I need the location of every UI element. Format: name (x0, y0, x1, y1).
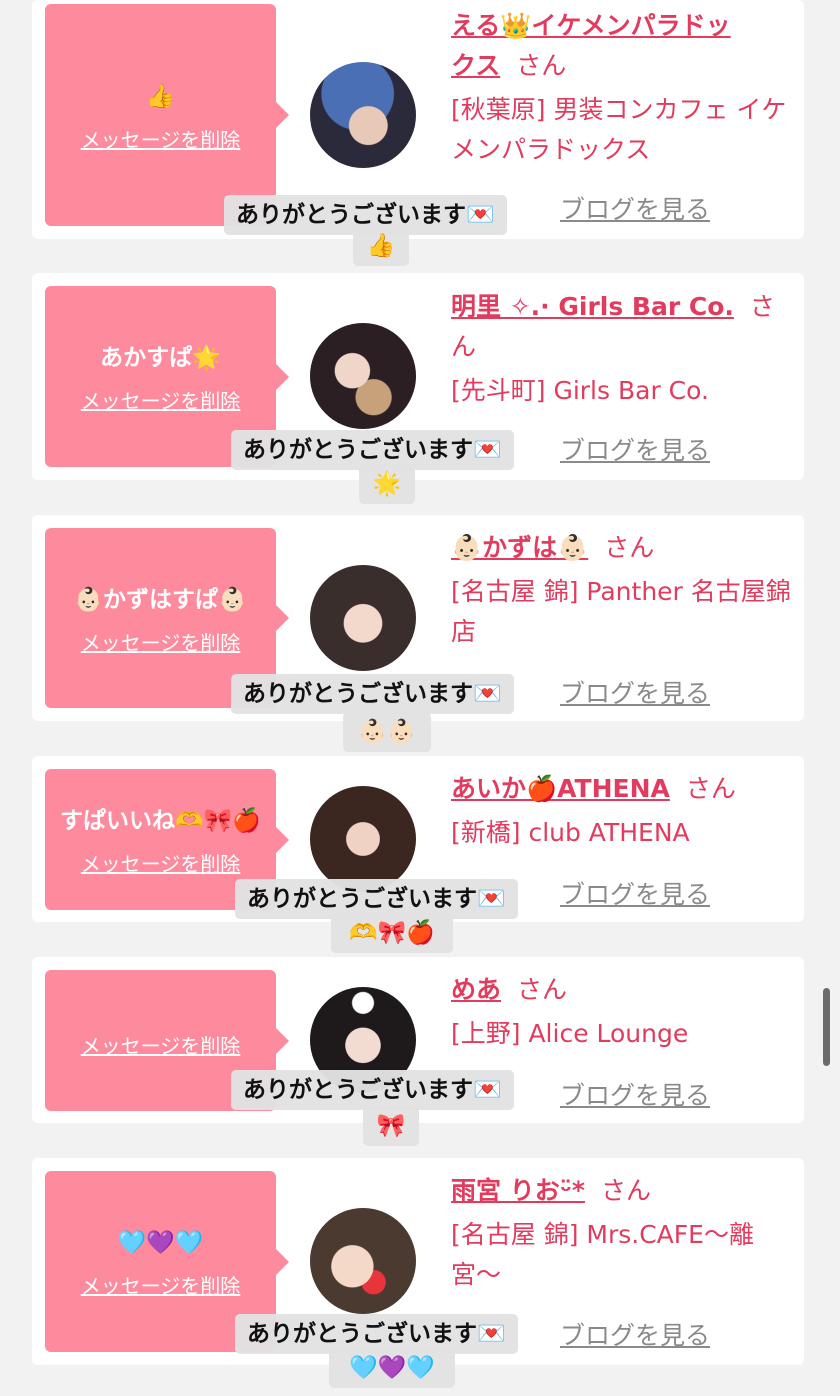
cast-name-line1: える👑イケメンパラドッ (451, 11, 731, 40)
cast-name: めあ さん (451, 970, 796, 1010)
reaction-tooltip: 👍 (353, 226, 409, 266)
cast-name-link[interactable]: える👑イケメンパラドッ クス (451, 11, 731, 80)
cast-name-link[interactable]: 明里 ✧.· Girls Bar Co. (451, 292, 734, 321)
cast-name-line2: クス (451, 51, 501, 80)
shop-name: [秋葉原] 男装コンカフェ イケメンパラドックス (451, 95, 787, 164)
delete-message-link[interactable]: メッセージを削除 (81, 848, 241, 877)
message-text: 🩵💜🩵 (117, 1230, 204, 1256)
shop-name: [新橋] club ATHENA (451, 818, 690, 847)
cast-name-link[interactable]: 雨宮 りおᵕ̈* (451, 1176, 585, 1205)
delete-message-link[interactable]: メッセージを削除 (81, 124, 241, 153)
cast-name-link[interactable]: あいか🍎ATHENA (451, 774, 670, 803)
san-suffix: さん (604, 533, 655, 562)
san-suffix: さん (517, 975, 568, 1004)
message-bubble: 👍 メッセージを削除 (45, 4, 289, 226)
avatar[interactable] (310, 62, 416, 168)
view-blog-link[interactable]: ブログを見る (560, 674, 710, 710)
san-suffix: さん (600, 1176, 651, 1205)
shop-name: [名古屋 錦] Mrs.CAFE〜離宮〜 (451, 1220, 754, 1289)
san-suffix: さん (516, 51, 567, 80)
message-text: 👍 (146, 83, 175, 110)
delete-message-link[interactable]: メッセージを削除 (81, 1030, 241, 1059)
reaction-tooltip: 🎀 (363, 1106, 419, 1146)
cast-name-link[interactable]: めあ (451, 975, 501, 1004)
message-text: あかすぱ🌟 (100, 345, 221, 371)
cast-name: 明里 ✧.· Girls Bar Co. さん (451, 287, 796, 367)
reaction-tooltip: 🫶🎀🍎 (331, 913, 453, 953)
avatar[interactable] (310, 1208, 416, 1314)
reaction-tooltip: 🩵💜🩵 (329, 1348, 455, 1388)
view-blog-link[interactable]: ブログを見る (560, 875, 710, 911)
cast-name: 👶🏻かずは👶🏻 さん (451, 528, 796, 568)
view-blog-link[interactable]: ブログを見る (560, 431, 710, 467)
view-blog-link[interactable]: ブログを見る (560, 1076, 710, 1112)
shop-name: [先斗町] Girls Bar Co. (451, 376, 709, 405)
message-text: すぱいいね🫶🎀🍎 (60, 808, 261, 834)
shop-name: [名古屋 錦] Panther 名古屋錦店 (451, 577, 791, 646)
avatar[interactable] (310, 786, 416, 892)
cast-name: あいか🍎ATHENA さん (451, 769, 796, 809)
reaction-tooltip: 🌟 (359, 464, 415, 504)
scrollbar[interactable] (823, 988, 830, 1066)
avatar[interactable] (310, 565, 416, 671)
delete-message-link[interactable]: メッセージを削除 (81, 627, 241, 656)
shop-name: [上野] Alice Lounge (451, 1019, 689, 1048)
delete-message-link[interactable]: メッセージを削除 (81, 1270, 241, 1299)
cast-name: える👑イケメンパラドッ クス さん (451, 6, 796, 86)
san-suffix: さん (685, 774, 736, 803)
message-text: 👶🏻かずはすぱ👶🏻 (74, 586, 247, 613)
delete-message-link[interactable]: メッセージを削除 (81, 385, 241, 414)
reply-tooltip: ありがとうございます💌 (231, 674, 514, 714)
avatar[interactable] (310, 323, 416, 429)
reply-tooltip: ありがとうございます💌 (231, 1070, 514, 1110)
view-blog-link[interactable]: ブログを見る (560, 190, 710, 226)
view-blog-link[interactable]: ブログを見る (560, 1316, 710, 1352)
cast-name-link[interactable]: 👶🏻かずは👶🏻 (451, 533, 588, 562)
cast-name: 雨宮 りおᵕ̈* さん (451, 1171, 796, 1211)
reaction-tooltip: 👶🏻👶🏻 (343, 712, 431, 752)
